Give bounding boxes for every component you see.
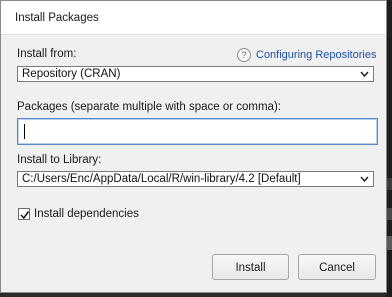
packages-label: Packages (separate multiple with space o… bbox=[17, 101, 281, 113]
install-packages-dialog: Install Packages Install from: ? Configu… bbox=[0, 0, 387, 293]
library-select[interactable]: C:/Users/Enc/AppData/Local/R/win-library… bbox=[17, 171, 374, 187]
library-value: C:/Users/Enc/AppData/Local/R/win-library… bbox=[22, 173, 301, 185]
install-from-value: Repository (CRAN) bbox=[22, 68, 121, 80]
dialog-titlebar: Install Packages bbox=[1, 1, 386, 35]
install-dependencies-checkbox[interactable] bbox=[18, 208, 30, 220]
dialog-title: Install Packages bbox=[15, 12, 99, 24]
install-to-library-label: Install to Library: bbox=[17, 154, 102, 166]
cancel-button[interactable]: Cancel bbox=[298, 254, 376, 280]
packages-input[interactable] bbox=[17, 118, 378, 145]
install-button[interactable]: Install bbox=[212, 254, 289, 280]
chevron-down-icon bbox=[360, 176, 369, 183]
text-caret bbox=[24, 124, 25, 139]
help-icon[interactable]: ? bbox=[237, 48, 251, 62]
install-from-label: Install from: bbox=[17, 48, 77, 60]
configuring-repositories-link[interactable]: Configuring Repositories bbox=[256, 49, 376, 61]
install-from-select[interactable]: Repository (CRAN) bbox=[17, 66, 374, 82]
chevron-down-icon bbox=[360, 71, 369, 78]
install-dependencies-label[interactable]: Install dependencies bbox=[34, 208, 139, 220]
checkmark-icon bbox=[20, 211, 30, 220]
